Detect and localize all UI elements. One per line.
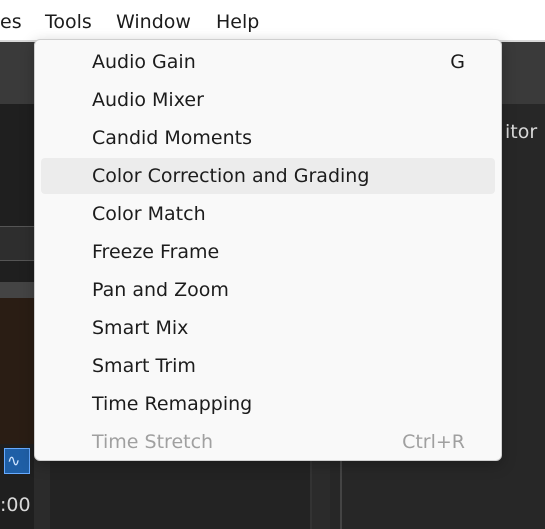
menu-item-smart-mix[interactable]: Smart Mix bbox=[41, 310, 495, 346]
menu-item-audio-mixer[interactable]: Audio Mixer bbox=[41, 82, 495, 118]
menu-tools[interactable]: Tools bbox=[45, 9, 92, 35]
menu-item-label: Freeze Frame bbox=[92, 241, 220, 263]
menu-item-label: Pan and Zoom bbox=[92, 279, 229, 301]
menu-item-smart-trim[interactable]: Smart Trim bbox=[41, 348, 495, 384]
menu-item-label: Time Remapping bbox=[92, 393, 253, 415]
menu-item-label: Time Stretch bbox=[92, 431, 214, 453]
divider bbox=[0, 260, 34, 261]
left-input-strip bbox=[0, 226, 34, 260]
menu-item-label: Smart Mix bbox=[92, 317, 189, 339]
menu-item-label: Color Correction and Grading bbox=[92, 165, 370, 187]
divider bbox=[0, 226, 34, 227]
menu-item-pan-and-zoom[interactable]: Pan and Zoom bbox=[41, 272, 495, 308]
right-panel-title: itor bbox=[505, 121, 538, 143]
menu-item-freeze-frame[interactable]: Freeze Frame bbox=[41, 234, 495, 270]
tools-dropdown-menu: Audio Gain G Audio Mixer Candid Moments … bbox=[34, 39, 502, 461]
menu-item-label: Audio Mixer bbox=[92, 89, 204, 111]
audio-waveform-button[interactable]: ∿ bbox=[4, 448, 30, 474]
menu-item-time-stretch: Time Stretch Ctrl+R bbox=[41, 424, 495, 460]
menu-window[interactable]: Window bbox=[116, 9, 191, 35]
left-strip bbox=[0, 282, 34, 298]
menu-item-shortcut: Ctrl+R bbox=[402, 431, 465, 453]
menu-item-label: Audio Gain bbox=[92, 51, 196, 73]
menu-help[interactable]: Help bbox=[216, 9, 259, 35]
video-preview bbox=[0, 298, 34, 444]
waveform-icon: ∿ bbox=[7, 451, 21, 470]
menu-item-audio-gain[interactable]: Audio Gain G bbox=[41, 44, 495, 80]
menu-item-label: Smart Trim bbox=[92, 355, 196, 377]
menu-item-time-remapping[interactable]: Time Remapping bbox=[41, 386, 495, 422]
menu-item-color-match[interactable]: Color Match bbox=[41, 196, 495, 232]
menu-item-label: Candid Moments bbox=[92, 127, 252, 149]
menu-item-color-correction[interactable]: Color Correction and Grading bbox=[41, 158, 495, 194]
timecode: :00 bbox=[0, 494, 31, 516]
menu-item-candid-moments[interactable]: Candid Moments bbox=[41, 120, 495, 156]
menu-bar: es Tools Window Help bbox=[0, 0, 545, 40]
divider bbox=[340, 460, 342, 529]
menu-files[interactable]: es bbox=[0, 9, 22, 35]
menu-item-label: Color Match bbox=[92, 203, 206, 225]
menu-item-shortcut: G bbox=[450, 51, 465, 73]
